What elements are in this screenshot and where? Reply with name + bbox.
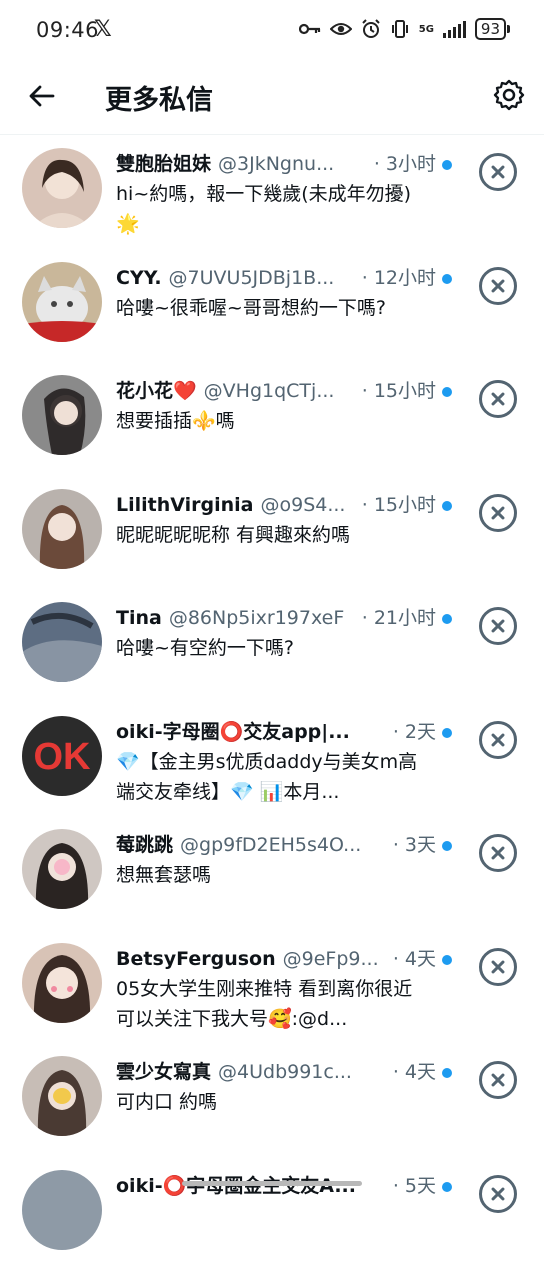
unread-dot-icon — [442, 955, 452, 965]
settings-gear-icon[interactable] — [492, 78, 526, 112]
dismiss-close-icon[interactable] — [479, 153, 517, 191]
message-time: · 3小时 — [374, 150, 436, 178]
message-time: · 2天 — [393, 718, 436, 746]
home-indicator[interactable] — [182, 1181, 362, 1186]
message-preview: 想要插插⚜️嗎 — [116, 406, 436, 436]
message-time: · 15小时 — [362, 377, 436, 405]
dismiss-close-icon[interactable] — [479, 267, 517, 305]
page-title: 更多私信 — [105, 78, 213, 117]
dismiss-close-icon[interactable] — [479, 607, 517, 645]
sender-name: BetsyFerguson — [116, 945, 276, 973]
avatar[interactable] — [22, 829, 102, 909]
sender-name: oiki-字母圈⭕交友app|... — [116, 718, 350, 746]
back-arrow-icon[interactable] — [26, 80, 58, 112]
dismiss-close-icon[interactable] — [479, 380, 517, 418]
sender-name: 雙胞胎姐妹 — [116, 150, 211, 178]
avatar[interactable] — [22, 943, 102, 1023]
message-time: · 4天 — [393, 1058, 436, 1086]
eye-icon — [330, 21, 352, 37]
network-label: 5G — [419, 25, 434, 34]
message-preview: hi~約嗎，報一下幾歲(未成年勿擾) 🌟 — [116, 179, 436, 239]
avatar[interactable] — [22, 375, 102, 455]
message-preview: 想無套瑟嗎 — [116, 860, 436, 890]
unread-dot-icon — [442, 841, 452, 851]
header: 更多私信 — [0, 62, 544, 135]
sender-name: CYY. — [116, 264, 162, 292]
sender-name: Tina — [116, 604, 162, 632]
message-time: · 21小时 — [362, 604, 436, 632]
sender-name: LilithVirginia — [116, 491, 253, 519]
message-time: · 12小时 — [362, 264, 436, 292]
sender-handle: @o9S4... — [260, 491, 357, 519]
unread-dot-icon — [442, 501, 452, 511]
status-time: 09:46 — [36, 18, 99, 42]
sender-handle: @VHg1qCTj... — [204, 377, 358, 405]
unread-dot-icon — [442, 160, 452, 170]
sender-handle: @3JkNgnu... — [218, 150, 370, 178]
message-time: · 4天 — [393, 945, 436, 973]
message-row[interactable]: 花小花❤️@VHg1qCTj...· 15小时 想要插插⚜️嗎 — [0, 363, 544, 477]
sender-name: 莓跳跳 — [116, 831, 173, 859]
battery-indicator: 93 — [475, 18, 506, 40]
sender-handle: @4Udb991c... — [218, 1058, 389, 1086]
sender-handle: @9eFp9... — [283, 945, 389, 973]
unread-dot-icon — [442, 1182, 452, 1192]
message-row[interactable]: 雙胞胎姐妹@3JkNgnu...· 3小时 hi~約嗎，報一下幾歲(未成年勿擾)… — [0, 136, 544, 250]
sender-handle: @86Np5ixr197xeF — [169, 604, 358, 632]
message-request-list: 雙胞胎姐妹@3JkNgnu...· 3小时 hi~約嗎，報一下幾歲(未成年勿擾)… — [0, 136, 544, 1271]
avatar-logo-text: OK — [34, 736, 92, 778]
dismiss-close-icon[interactable] — [479, 721, 517, 759]
avatar[interactable] — [22, 262, 102, 342]
unread-dot-icon — [442, 614, 452, 624]
unread-dot-icon — [442, 728, 452, 738]
avatar[interactable] — [22, 602, 102, 682]
message-time: · 5天 — [393, 1172, 436, 1200]
dismiss-close-icon[interactable] — [479, 834, 517, 872]
avatar[interactable] — [22, 489, 102, 569]
sender-name: 花小花❤️ — [116, 377, 197, 405]
message-preview: 昵昵昵昵昵称 有興趣來約嗎 — [116, 520, 436, 550]
message-preview: 💎【金主男s优质daddy与美女m高端交友牵线】💎 📊本月... — [116, 747, 436, 807]
message-time: · 3天 — [393, 831, 436, 859]
x-logo-icon: 𝕏 — [94, 17, 112, 42]
message-time: · 15小时 — [362, 491, 436, 519]
message-row[interactable]: Tina@86Np5ixr197xeF· 21小时 哈嘍~有空約一下嗎? — [0, 590, 544, 704]
sender-name: 雲少女寫真 — [116, 1058, 211, 1086]
dismiss-close-icon[interactable] — [479, 1061, 517, 1099]
message-preview: 哈嘍~很乖喔~哥哥想約一下嗎? — [116, 293, 436, 323]
message-row[interactable]: BetsyFerguson@9eFp9...· 4天 05女大学生刚来推特 看到… — [0, 931, 544, 1045]
signal-icon — [443, 20, 466, 38]
message-preview: 哈嘍~有空約一下嗎? — [116, 633, 436, 663]
message-row[interactable]: CYY.@7UVU5JDBj1B...· 12小时 哈嘍~很乖喔~哥哥想約一下嗎… — [0, 250, 544, 364]
message-row[interactable]: 雲少女寫真@4Udb991c...· 4天 可内口 約嗎 — [0, 1044, 544, 1158]
message-preview: 05女大学生刚来推特 看到离你很近 可以关注下我大号🥰:@d... — [116, 974, 436, 1034]
avatar[interactable] — [22, 1170, 102, 1250]
avatar[interactable] — [22, 1056, 102, 1136]
sender-handle: @7UVU5JDBj1B... — [169, 264, 358, 292]
message-row[interactable]: oiki-⭕字母圈金主交友A...· 5天 — [0, 1158, 544, 1271]
unread-dot-icon — [442, 1068, 452, 1078]
alarm-icon — [361, 19, 381, 39]
unread-dot-icon — [442, 274, 452, 284]
key-icon — [299, 22, 321, 36]
message-row[interactable]: 莓跳跳@gp9fD2EH5s4O...· 3天 想無套瑟嗎 — [0, 817, 544, 931]
dismiss-close-icon[interactable] — [479, 1175, 517, 1213]
dismiss-close-icon[interactable] — [479, 948, 517, 986]
sender-handle: @gp9fD2EH5s4O... — [180, 831, 389, 859]
avatar[interactable]: OK — [22, 716, 102, 796]
avatar[interactable] — [22, 148, 102, 228]
message-preview: 可内口 約嗎 — [116, 1087, 436, 1117]
status-bar: 09:46 𝕏 5G 93 — [0, 0, 544, 62]
message-row[interactable]: LilithVirginia@o9S4...· 15小时 昵昵昵昵昵称 有興趣來… — [0, 477, 544, 591]
status-icons: 5G 93 — [299, 18, 506, 40]
message-row[interactable]: OK oiki-字母圈⭕交友app|... · 2天 💎【金主男s优质daddy与… — [0, 704, 544, 818]
unread-dot-icon — [442, 387, 452, 397]
vibrate-icon — [390, 20, 410, 38]
dismiss-close-icon[interactable] — [479, 494, 517, 532]
